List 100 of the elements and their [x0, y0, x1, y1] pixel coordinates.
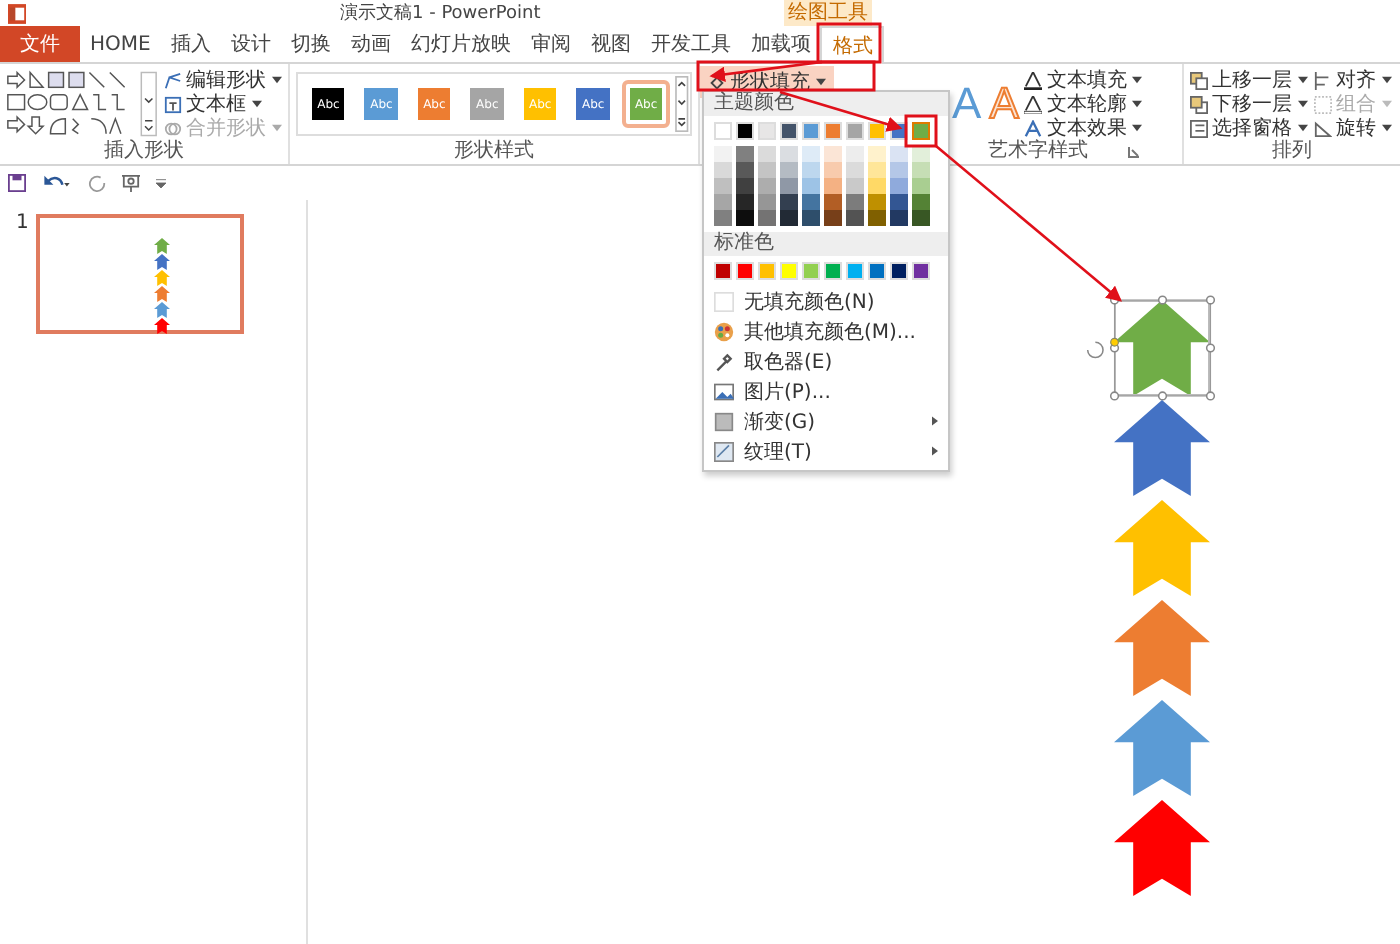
shade-swatch[interactable]	[824, 194, 842, 210]
shade-swatch[interactable]	[758, 210, 776, 226]
ribbon-tab[interactable]: 插入	[160, 26, 221, 62]
shade-swatch[interactable]	[868, 210, 886, 226]
shade-swatch[interactable]	[802, 162, 820, 178]
shade-swatch[interactable]	[802, 210, 820, 226]
menu-item[interactable]: 取色器(E)	[704, 346, 948, 376]
arrow-shape[interactable]	[1114, 300, 1210, 396]
shade-swatch[interactable]	[736, 194, 754, 210]
arrow-shape[interactable]	[1114, 600, 1210, 696]
arrow-shape[interactable]	[1114, 800, 1210, 896]
menu-item[interactable]: 渐变(G)	[704, 406, 948, 436]
ribbon-command[interactable]: 文本填充	[1024, 69, 1143, 91]
shade-swatch[interactable]	[714, 194, 732, 210]
shade-swatch[interactable]	[758, 146, 776, 162]
slide-number: 1	[16, 214, 29, 234]
ribbon-tab[interactable]: 切换	[280, 26, 341, 62]
shade-swatch[interactable]	[736, 162, 754, 178]
save-icon[interactable]	[8, 174, 26, 192]
presentation-icon[interactable]	[122, 174, 140, 192]
shade-swatch[interactable]	[758, 194, 776, 210]
dialog-launcher-icon[interactable]	[1128, 146, 1140, 158]
menu-item[interactable]: 纹理(T)	[704, 436, 948, 466]
shade-swatch[interactable]	[802, 146, 820, 162]
arrow-shape[interactable]	[1114, 400, 1210, 496]
shade-swatch[interactable]	[736, 146, 754, 162]
shade-swatch[interactable]	[868, 194, 886, 210]
ribbon-tab[interactable]: 开发工具	[640, 26, 741, 62]
ribbon-tab[interactable]: 视图	[580, 26, 641, 62]
shade-swatch[interactable]	[780, 210, 798, 226]
shade-swatch[interactable]	[780, 146, 798, 162]
shapes-gallery-drawing[interactable]	[6, 68, 158, 140]
shade-swatch[interactable]	[846, 210, 864, 226]
shade-swatch[interactable]	[846, 162, 864, 178]
shade-swatch[interactable]	[890, 146, 908, 162]
pen-shape-icon	[164, 71, 182, 89]
redo-icon[interactable]	[88, 174, 106, 192]
color-swatch[interactable]	[912, 122, 930, 140]
shade-swatch[interactable]	[824, 162, 842, 178]
slide-thumbnail[interactable]	[36, 214, 245, 334]
shade-swatch[interactable]	[868, 146, 886, 162]
gallery-scroll-icon[interactable]	[674, 76, 691, 132]
ribbon-command[interactable]: 文本框	[164, 93, 282, 115]
ribbon-tab[interactable]: 文件	[0, 26, 80, 62]
ribbon-command[interactable]: 选择窗格	[1190, 117, 1308, 139]
ribbon-command[interactable]: 旋转	[1314, 117, 1392, 139]
shade-swatch[interactable]	[846, 194, 864, 210]
menu-heading: 标准色	[704, 232, 948, 256]
shade-swatch[interactable]	[912, 178, 930, 194]
shade-swatch[interactable]	[824, 178, 842, 194]
shade-swatch[interactable]	[780, 194, 798, 210]
shade-swatch[interactable]	[824, 210, 842, 226]
shade-swatch[interactable]	[736, 210, 754, 226]
shade-swatch[interactable]	[912, 194, 930, 210]
shade-swatch[interactable]	[802, 178, 820, 194]
ribbon-tab[interactable]: 格式	[820, 26, 885, 64]
shade-swatch[interactable]	[780, 178, 798, 194]
shade-swatch[interactable]	[846, 178, 864, 194]
eyedropper-icon	[714, 351, 734, 371]
texture-icon	[714, 441, 734, 461]
shade-swatch[interactable]	[912, 162, 930, 178]
shade-swatch[interactable]	[714, 210, 732, 226]
ribbon-command[interactable]: 上移一层	[1190, 69, 1308, 91]
ribbon-tab[interactable]: 幻灯片放映	[400, 26, 521, 62]
shade-swatch[interactable]	[890, 178, 908, 194]
ribbon-command[interactable]: 编辑形状	[164, 69, 282, 91]
undo-icon[interactable]	[42, 174, 72, 192]
shade-swatch[interactable]	[758, 178, 776, 194]
customize-toolbar-icon[interactable]	[156, 178, 166, 188]
ribbon-tab[interactable]: 加载项	[740, 26, 821, 62]
ribbon-tab[interactable]: 设计	[220, 26, 281, 62]
menu-item[interactable]: 图片(P)...	[704, 376, 948, 406]
shade-swatch[interactable]	[780, 162, 798, 178]
group-icon	[1314, 95, 1332, 113]
ribbon-command[interactable]: 下移一层	[1190, 93, 1308, 115]
arrow-shape[interactable]	[1114, 700, 1210, 796]
shade-swatch[interactable]	[824, 146, 842, 162]
shade-swatch[interactable]	[714, 162, 732, 178]
shade-swatch[interactable]	[890, 162, 908, 178]
shade-swatch[interactable]	[868, 162, 886, 178]
ribbon-command[interactable]: 文本轮廓	[1024, 93, 1143, 115]
shade-swatch[interactable]	[912, 210, 930, 226]
shade-swatch[interactable]	[714, 178, 732, 194]
shade-swatch[interactable]	[714, 146, 732, 162]
shade-swatch[interactable]	[890, 210, 908, 226]
shade-swatch[interactable]	[846, 146, 864, 162]
menu-item[interactable]: 无填充颜色(N)	[704, 286, 948, 316]
ribbon-tab[interactable]: 审阅	[520, 26, 581, 62]
ribbon-tab[interactable]: HOME	[80, 26, 161, 62]
shade-swatch[interactable]	[890, 194, 908, 210]
overlapping-circles-icon	[164, 119, 182, 137]
shade-swatch[interactable]	[758, 162, 776, 178]
shade-swatch[interactable]	[802, 194, 820, 210]
palette-icon	[714, 321, 734, 341]
menu-item[interactable]: 其他填充颜色(M)...	[704, 316, 948, 346]
ribbon-command[interactable]: 对齐	[1314, 69, 1392, 91]
shade-swatch[interactable]	[736, 178, 754, 194]
shade-swatch[interactable]	[868, 178, 886, 194]
ribbon-tab[interactable]: 动画	[340, 26, 401, 62]
ribbon-command[interactable]: 文本效果	[1024, 117, 1143, 139]
